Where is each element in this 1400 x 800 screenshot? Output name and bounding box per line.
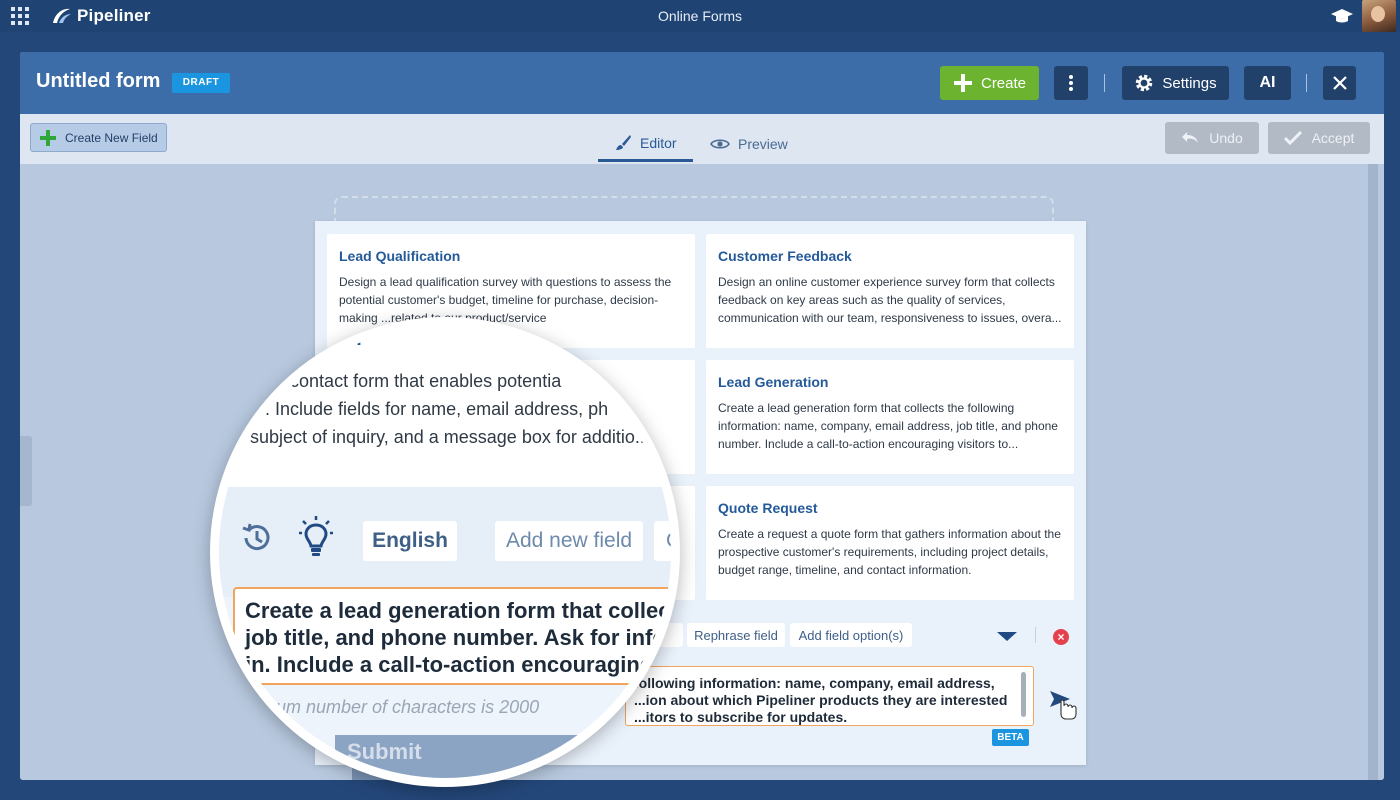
settings-label: Settings xyxy=(1162,74,1217,92)
ai-label: AI xyxy=(1259,74,1276,91)
suggestion-description: Create a request a quote form that gathe… xyxy=(718,527,1061,577)
user-avatar[interactable] xyxy=(1362,0,1396,32)
status-badge: DRAFT xyxy=(172,73,230,93)
top-bar: Pipeliner Online Forms xyxy=(0,0,1400,32)
suggestion-title: Quote Request xyxy=(718,500,818,516)
create-button[interactable]: Create xyxy=(940,66,1039,100)
kebab-menu-icon xyxy=(1069,75,1073,91)
beta-badge: BETA xyxy=(992,729,1029,746)
undo-icon xyxy=(1182,132,1199,143)
suggestion-card-lead-generation[interactable]: Lead Generation Create a lead generation… xyxy=(706,360,1074,474)
close-icon xyxy=(1332,76,1347,90)
suggestion-description: Design an online customer experience sur… xyxy=(718,275,1062,325)
zoom-magnifier: orm gn a contact form that enables poten… xyxy=(210,317,680,787)
magnified-desc-line: ut. Include fields for name, email addre… xyxy=(250,399,609,419)
clear-prompt-icon[interactable]: × xyxy=(1053,629,1069,645)
magnified-suggestion-card: orm gn a contact form that enables poten… xyxy=(219,326,671,487)
prompt-scrollbar[interactable] xyxy=(1021,672,1026,717)
logo-text: Pipeliner xyxy=(77,6,151,25)
accept-button[interactable]: Accept xyxy=(1268,122,1370,154)
side-panel-handle[interactable] xyxy=(20,436,32,506)
create-new-field-label: Create New Field xyxy=(65,130,158,145)
close-button[interactable] xyxy=(1323,66,1356,100)
suggestion-card-quote-request[interactable]: Quote Request Create a request a quote f… xyxy=(706,486,1074,600)
history-icon[interactable] xyxy=(240,521,274,555)
magnified-desc-line: gn a contact form that enables potentia xyxy=(250,371,562,391)
editor-toolbar: Create New Field Editor Preview Undo Acc… xyxy=(20,114,1384,164)
pipeliner-logo[interactable]: Pipeliner xyxy=(49,4,151,28)
suggestion-title: Customer Feedback xyxy=(718,248,852,264)
magnified-prompt-line: job title, and phone number. Ask for inf… xyxy=(245,625,666,650)
graduation-cap-icon[interactable] xyxy=(1330,5,1354,27)
magnified-submit-label: Submit xyxy=(347,739,422,764)
action-divider xyxy=(1035,627,1036,643)
suggestion-title: Lead Qualification xyxy=(339,248,461,264)
suggestion-description: Create a lead generation form that colle… xyxy=(718,401,1058,451)
header-divider xyxy=(1104,74,1105,92)
character-limit-hint: ...mum number of characters is 2000 xyxy=(246,697,540,717)
plus-icon xyxy=(953,74,972,92)
undo-label: Undo xyxy=(1209,130,1243,146)
suggestion-description: Design a lead qualification survey with … xyxy=(339,275,672,325)
magnifier-content: orm gn a contact form that enables poten… xyxy=(219,326,671,778)
add-field-options-button[interactable]: Add field option(s) xyxy=(790,623,912,647)
magnified-prompt-input[interactable]: Create a lead generation form that colle… xyxy=(233,587,671,685)
accept-label: Accept xyxy=(1311,130,1355,146)
eye-icon xyxy=(710,139,730,149)
app-title: Online Forms xyxy=(657,8,743,24)
form-header: Untitled form DRAFT Create Settings AI xyxy=(20,52,1384,114)
create-label: Create xyxy=(980,74,1027,92)
tab-preview[interactable]: Preview xyxy=(710,126,800,162)
app-launcher-icon[interactable] xyxy=(11,7,29,25)
magnified-prompt-line: in. Include a call-to-action encouraging xyxy=(245,652,654,677)
ai-prompt-input[interactable]: following information: name, company, em… xyxy=(625,666,1034,726)
plus-icon xyxy=(40,129,56,146)
magnified-prompt-line: Create a lead generation form that colle… xyxy=(245,598,671,623)
magnified-action-chip[interactable]: C xyxy=(654,521,671,561)
magnified-card-title: orm xyxy=(322,327,362,350)
language-selector[interactable]: English xyxy=(363,521,457,561)
add-new-field-button[interactable]: Add new field xyxy=(495,521,643,561)
suggestion-card-customer-feedback[interactable]: Customer Feedback Design an online custo… xyxy=(706,234,1074,348)
create-new-field-button[interactable]: Create New Field xyxy=(30,123,167,152)
send-prompt-icon[interactable] xyxy=(1048,687,1078,721)
rephrase-field-button[interactable]: Rephrase field xyxy=(687,623,785,647)
suggestion-title: Lead Generation xyxy=(718,374,829,390)
collapse-arrow-icon[interactable] xyxy=(997,632,1017,641)
tab-editor[interactable]: Editor xyxy=(598,126,693,162)
pipeliner-logo-icon xyxy=(53,8,71,23)
more-options-button[interactable] xyxy=(1054,66,1088,100)
tab-editor-label: Editor xyxy=(640,134,677,151)
checkmark-icon xyxy=(1283,131,1302,145)
ai-assistant-button[interactable]: AI xyxy=(1244,66,1291,100)
lightbulb-icon[interactable] xyxy=(298,515,334,559)
gear-icon xyxy=(1136,74,1153,92)
tab-preview-label: Preview xyxy=(738,136,788,152)
undo-button[interactable]: Undo xyxy=(1165,122,1259,154)
canvas-scrollbar[interactable] xyxy=(1368,164,1378,780)
header-divider xyxy=(1306,74,1307,92)
magnified-desc-line: subject of inquiry, and a message box fo… xyxy=(250,427,650,447)
paintbrush-icon xyxy=(616,134,631,150)
form-title[interactable]: Untitled form xyxy=(36,70,160,93)
settings-button[interactable]: Settings xyxy=(1122,66,1229,100)
magnified-card-description: gn a contact form that enables potentia … xyxy=(250,367,671,451)
